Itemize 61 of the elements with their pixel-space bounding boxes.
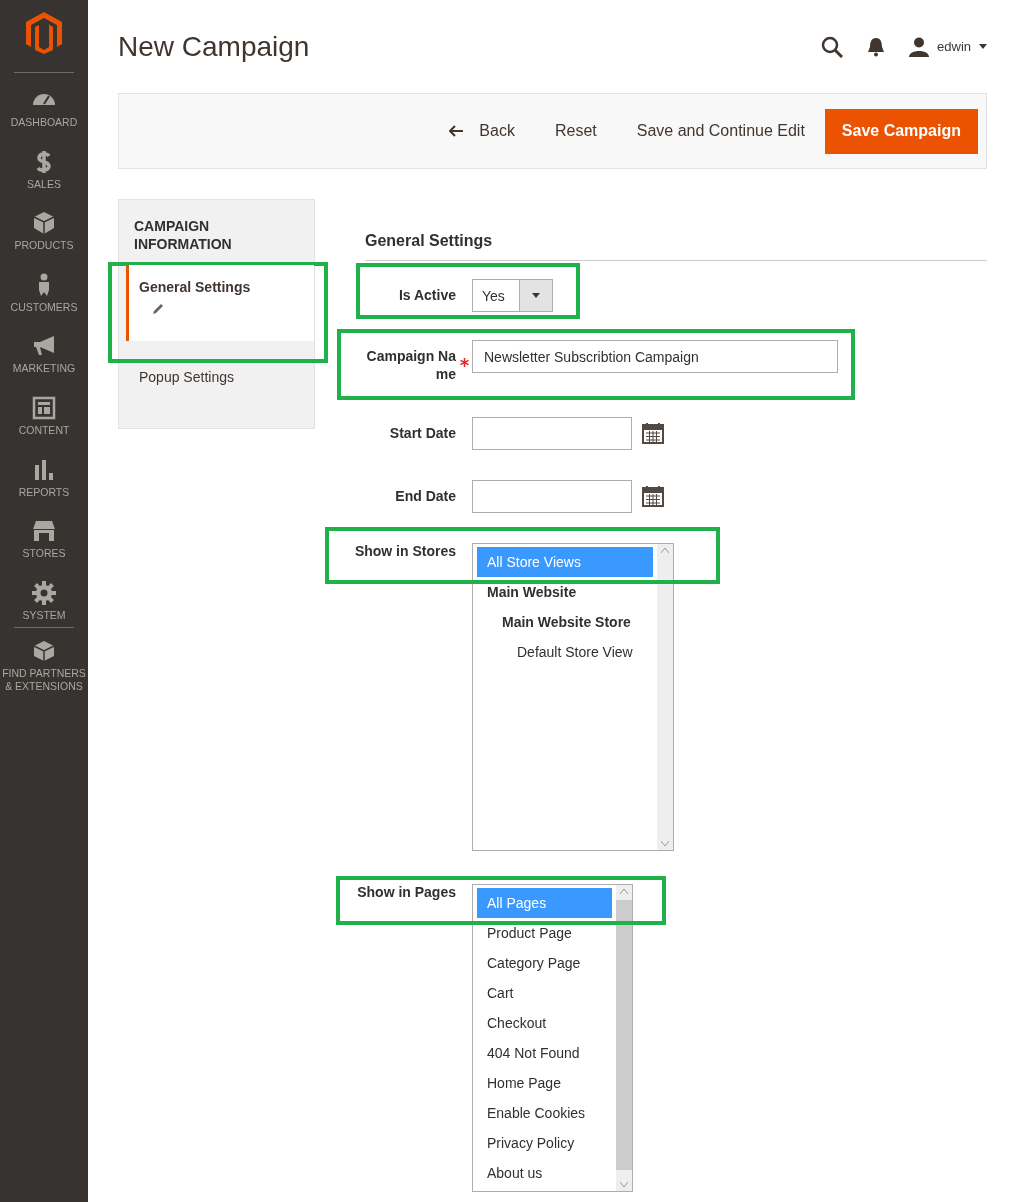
select-field[interactable]: Yes <box>472 279 553 313</box>
tabs-heading: CAMPAIGN INFORMATION <box>133 217 233 254</box>
layout-icon <box>31 394 57 421</box>
caret-icon <box>532 293 540 299</box>
calendar-icon <box>642 485 664 508</box>
field-label: Show in Stores <box>353 543 456 561</box>
user-icon <box>909 36 930 57</box>
sidebar-nav-item[interactable]: CONTENT <box>0 380 88 443</box>
tab[interactable]: General Settings <box>126 265 314 341</box>
tab[interactable]: Popup Settings <box>119 355 314 398</box>
list-option[interactable]: Category Page <box>477 948 612 979</box>
text-field[interactable]: Newsletter Subscribtion Campaign <box>472 340 838 374</box>
list-option[interactable]: Home Page <box>477 1068 612 1099</box>
list-option[interactable]: Default Store View <box>477 637 653 668</box>
sidebar-nav-item[interactable]: CUSTOMERS <box>0 257 88 320</box>
date-field[interactable] <box>472 417 632 451</box>
save-button[interactable]: Save Campaign <box>824 108 978 154</box>
logo-icon <box>26 12 62 54</box>
scroll-up-icon <box>620 889 628 895</box>
list-option[interactable]: Privacy Policy <box>477 1128 612 1159</box>
multiselect-list[interactable]: All Pages Product Page Category Page Cart Checkout 404 Not Found Home Page Enable Cookies Privacy Policy About us <box>472 884 633 1193</box>
section-title: General Settings <box>365 199 987 262</box>
field-label: Campaign Name <box>365 347 456 384</box>
list-option[interactable]: 404 Not Found <box>477 1038 612 1069</box>
caret-icon <box>979 44 987 49</box>
sidebar-nav-item[interactable]: DASHBOARD <box>0 73 88 135</box>
sidebar-nav-item[interactable]: SYSTEM <box>0 565 88 628</box>
sidebar-nav-item[interactable]: REPORTS <box>0 442 88 505</box>
user-menu[interactable]: edwin <box>909 36 987 57</box>
list-option[interactable]: Checkout <box>477 1008 612 1039</box>
list-option[interactable]: Main Website Store <box>477 607 653 638</box>
search-icon <box>821 36 844 59</box>
list-option[interactable]: Main Website <box>477 577 653 608</box>
gear-icon <box>31 579 57 606</box>
field-label: Is Active <box>397 286 456 305</box>
scroll-down-icon <box>620 1182 628 1188</box>
search-button[interactable] <box>821 34 844 59</box>
scroll-down-icon <box>661 841 669 847</box>
sidebar-nav-item[interactable]: MARKETING <box>0 319 88 381</box>
field-label: Show in Pages <box>356 884 456 902</box>
list-option[interactable]: Enable Cookies <box>477 1098 612 1129</box>
date-field[interactable] <box>472 480 632 514</box>
action-button[interactable]: Reset <box>534 109 617 153</box>
sidebar-nav-item[interactable]: PRODUCTS <box>0 196 88 258</box>
action-button[interactable]: Save and Continue Edit <box>616 109 825 153</box>
list-option[interactable]: About us <box>477 1158 612 1189</box>
field-label: Start Date <box>388 424 456 443</box>
calendar-icon <box>642 422 664 445</box>
back-button[interactable]: Back <box>429 109 535 153</box>
box-icon <box>31 210 57 237</box>
bell-icon <box>867 37 886 58</box>
sidebar-nav-item[interactable]: SALES <box>0 134 88 197</box>
arrow-left-icon <box>449 125 464 137</box>
scroll-up-icon <box>661 548 669 554</box>
multiselect-list[interactable]: All Store Views Main Website Main Website Store Default Store View <box>472 543 674 852</box>
list-option[interactable]: Product Page <box>477 918 612 949</box>
list-option[interactable]: Cart <box>477 978 612 1009</box>
page-title: New Campaign <box>118 29 311 64</box>
sidebar-nav-item[interactable]: FIND PARTNERS & EXTENSIONS <box>0 628 88 699</box>
field-label: End Date <box>394 487 456 506</box>
sidebar-nav-item[interactable]: STORES <box>0 504 88 566</box>
